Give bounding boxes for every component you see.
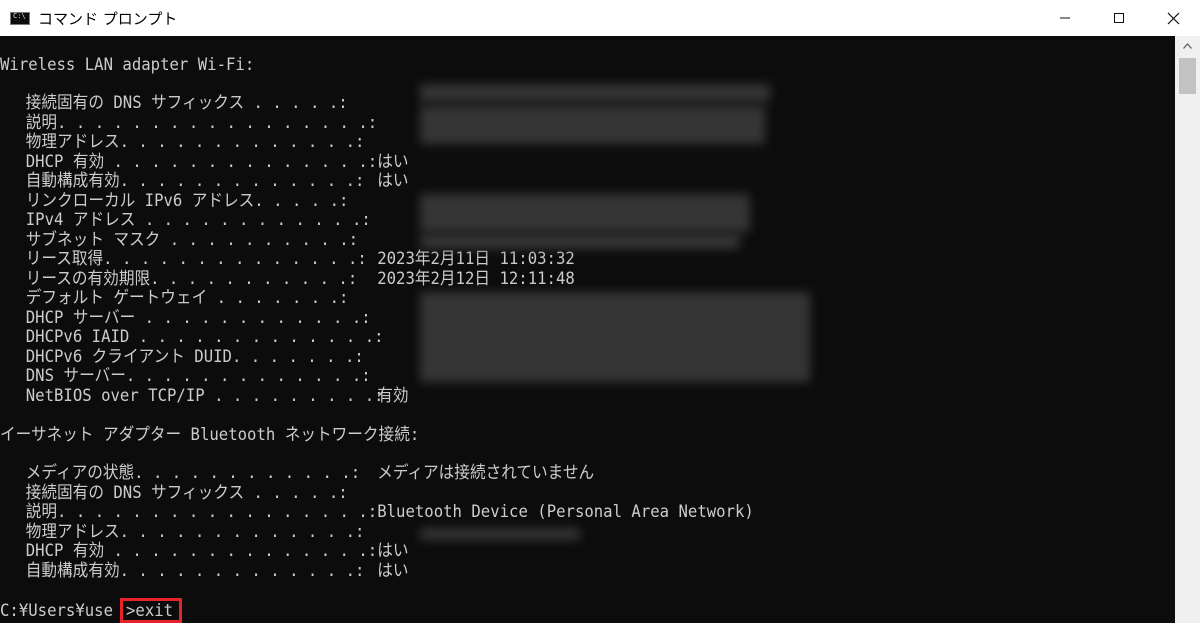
redacted-value	[420, 292, 810, 382]
cmd-icon[interactable]	[10, 11, 30, 25]
wifi-row: DHCPv6 クライアント DUID. . . . . . .:	[25, 346, 364, 367]
redacted-value	[420, 234, 740, 249]
window-title: コマンド プロンプト	[38, 9, 178, 28]
redacted-value	[420, 528, 580, 540]
wifi-row: リース取得. . . . . . . . . . . . . .: 2023年2…	[25, 249, 575, 269]
wifi-row: 物理アドレス. . . . . . . . . . . . .:	[25, 132, 365, 152]
maximize-icon	[1114, 13, 1124, 23]
title-bar[interactable]: コマンド プロンプト	[0, 0, 1200, 36]
wifi-row: リンクローカル IPv6 アドレス. . . . .:	[25, 190, 349, 211]
prompt-path: C:¥Users¥use	[0, 601, 114, 621]
chevron-up-icon	[1183, 43, 1192, 49]
minimize-button[interactable]	[1038, 0, 1092, 36]
wifi-adapter-header: Wireless LAN adapter Wi-Fi:	[0, 55, 255, 75]
redacted-value	[420, 84, 770, 102]
minimize-icon	[1060, 17, 1070, 19]
bt-row: 説明. . . . . . . . . . . . . . . . .: Blu…	[25, 502, 754, 522]
close-icon	[1167, 12, 1179, 24]
wifi-row: 説明. . . . . . . . . . . . . . . . .:	[25, 112, 378, 133]
bt-row: メディアの状態. . . . . . . . . . . .: メディアは接続さ…	[25, 463, 595, 483]
bluetooth-adapter-header: イーサネット アダプター Bluetooth ネットワーク接続:	[0, 425, 420, 445]
wifi-row: 接続固有の DNS サフィックス . . . . .:	[25, 93, 348, 113]
wifi-row: DHCP 有効 . . . . . . . . . . . . . .: はい	[25, 151, 409, 172]
wifi-row: DHCP サーバー . . . . . . . . . . . .:	[25, 307, 371, 328]
redacted-value	[420, 106, 765, 144]
wifi-row: DNS サーバー. . . . . . . . . . . . .:	[25, 366, 371, 386]
bt-row: 自動構成有効. . . . . . . . . . . . .: はい	[25, 560, 409, 581]
vertical-scrollbar[interactable]	[1175, 36, 1200, 623]
caption-buttons	[1038, 0, 1200, 36]
wifi-row: リースの有効期限. . . . . . . . . . .: 2023年2月12…	[25, 268, 575, 289]
bt-row: 物理アドレス. . . . . . . . . . . . .:	[25, 521, 365, 542]
bt-row: DHCP 有効 . . . . . . . . . . . . . .: はい	[25, 541, 409, 561]
wifi-row: NetBIOS over TCP/IP . . . . . . . . .: 有…	[25, 386, 409, 406]
scroll-thumb[interactable]	[1179, 58, 1196, 94]
wifi-row: デフォルト ゲートウェイ . . . . . . .:	[25, 288, 349, 308]
scroll-up-button[interactable]	[1175, 36, 1200, 56]
command-prompt-window: コマンド プロンプト Wireless LAN adapter Wi-Fi:	[0, 0, 1200, 623]
wifi-row: サブネット マスク . . . . . . . . . .:	[25, 229, 359, 250]
wifi-row: IPv4 アドレス . . . . . . . . . . . .:	[25, 210, 371, 230]
close-button[interactable]	[1146, 0, 1200, 36]
console-output[interactable]: Wireless LAN adapter Wi-Fi: 接続固有の DNS サフ…	[0, 36, 1175, 623]
redacted-value	[420, 194, 750, 232]
wifi-row: 自動構成有効. . . . . . . . . . . . .: はい	[25, 171, 409, 191]
wifi-row: DHCPv6 IAID . . . . . . . . . . . . .:	[25, 327, 384, 347]
maximize-button[interactable]	[1092, 0, 1146, 36]
command-highlight-box	[120, 598, 182, 623]
bt-row: 接続固有の DNS サフィックス . . . . .:	[25, 482, 348, 503]
